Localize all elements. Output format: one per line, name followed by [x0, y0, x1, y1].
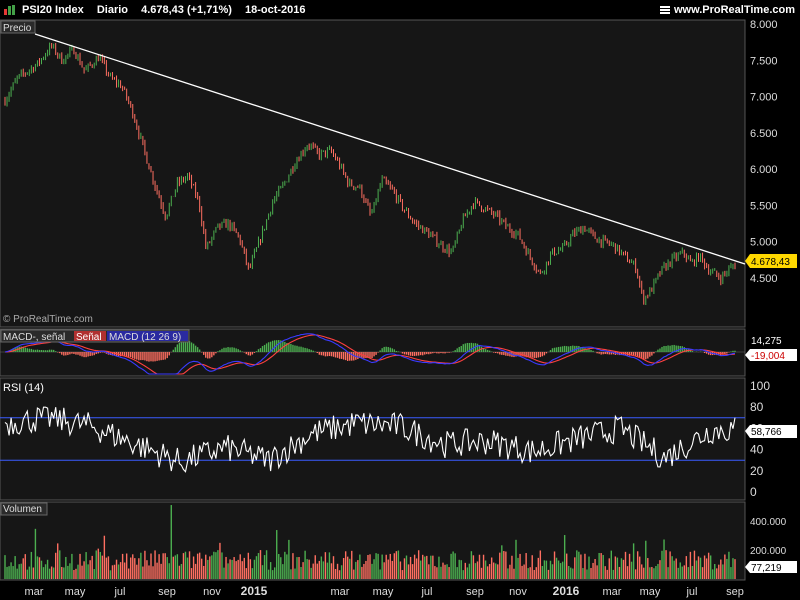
- x-axis-label: nov: [203, 586, 221, 598]
- watermark: © ProRealTime.com: [3, 314, 93, 325]
- rsi-panel[interactable]: [0, 377, 746, 501]
- x-axis-label: sep: [158, 586, 176, 598]
- x-axis-label: mar: [25, 586, 44, 598]
- rsi-axis-label: 40: [750, 443, 764, 457]
- macd-pos-value: 14,275: [751, 336, 782, 347]
- x-axis-label: 2016: [553, 584, 580, 598]
- price-panel-label: Precio: [3, 23, 32, 34]
- macd-label-macd: MACD (12 26 9): [109, 332, 181, 343]
- price-axis-label: 5.000: [750, 237, 778, 249]
- price-axis-label: 4.500: [750, 273, 778, 285]
- rsi-axis-label: 100: [750, 379, 770, 393]
- x-axis-label: jul: [113, 586, 125, 598]
- price-axis-label: 7.500: [750, 55, 778, 67]
- volume-axis-label: 200.000: [750, 546, 787, 557]
- volume-panel-label: Volumen: [3, 504, 42, 515]
- macd-label-main: MACD-, señal: [3, 332, 65, 343]
- volume-last-value: 77,219: [751, 563, 782, 574]
- rsi-last-value: 58,766: [751, 427, 782, 438]
- price-panel[interactable]: [0, 19, 746, 328]
- x-axis-label: jul: [685, 586, 697, 598]
- x-axis-label: may: [65, 586, 86, 598]
- x-axis-label: sep: [726, 586, 744, 598]
- price-last-value: 4.678,43: [751, 257, 790, 268]
- chart-svg: 8.000 7.500 7.000 6.500 6.000 5.500 5.000 4.500…: [0, 19, 797, 598]
- price-axis-label: 5.500: [750, 200, 778, 212]
- macd-neg-value: -19,004: [751, 351, 785, 362]
- x-axis-label: jul: [420, 586, 432, 598]
- volume-axis-label: 400.000: [750, 517, 787, 528]
- price-axis-label: 8.000: [750, 19, 778, 31]
- x-axis-label: may: [640, 586, 661, 598]
- rsi-axis-label: 20: [750, 464, 764, 478]
- rsi-panel-label: RSI (14): [3, 382, 44, 394]
- price-axis-label: 7.000: [750, 92, 778, 104]
- x-axis-label: mar: [331, 586, 350, 598]
- macd-label-signal: Señal: [76, 332, 102, 343]
- rsi-axis-label: 80: [750, 400, 764, 414]
- x-axis-label: nov: [509, 586, 527, 598]
- x-axis-label: sep: [466, 586, 484, 598]
- price-axis-label: 6.500: [750, 128, 778, 140]
- x-axis-label: may: [373, 586, 394, 598]
- price-axis-label: 6.000: [750, 164, 778, 176]
- x-axis-label: 2015: [241, 584, 268, 598]
- x-axis-label: mar: [603, 586, 622, 598]
- rsi-axis-label: 0: [750, 485, 757, 499]
